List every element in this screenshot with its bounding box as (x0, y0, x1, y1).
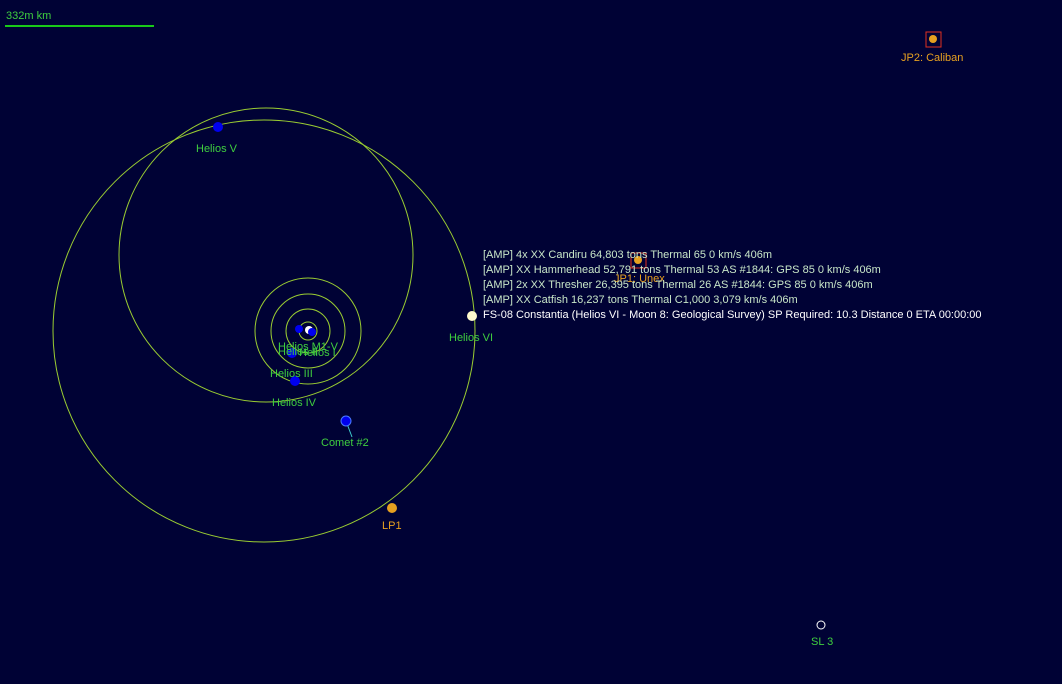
label-helios-iii: Helios III (270, 368, 313, 380)
scale-bar (5, 25, 154, 27)
contact-line[interactable]: [AMP] XX Catfish 16,237 tons Thermal C1,… (483, 294, 798, 306)
fleet-label-fs08[interactable]: FS-08 Constantia (Helios VI - Moon 8: Ge… (483, 309, 982, 321)
label-sl3: SL 3 (811, 636, 834, 648)
fleet-marker-fs08[interactable] (467, 311, 477, 321)
contact-line[interactable]: [AMP] 4x XX Candiru 64,803 tons Thermal … (483, 249, 772, 261)
label-helios-iv: Helios IV (272, 397, 317, 409)
comet-2[interactable] (340, 415, 352, 427)
label-helios-v: Helios V (196, 143, 237, 155)
planet-helios-v[interactable] (213, 122, 223, 132)
label-comet-2: Comet #2 (321, 437, 369, 449)
planet-helios-i[interactable] (308, 328, 316, 336)
jump-point-jp2[interactable] (929, 35, 937, 43)
scale-label: 332m km (6, 10, 52, 22)
orbit-helios-vi (52, 119, 476, 543)
orbit-helios-v (118, 107, 414, 403)
label-lp1: LP1 (382, 520, 402, 532)
label-helios-ii: Helios II (278, 346, 318, 358)
label-jp2: JP2: Caliban (901, 52, 964, 64)
planet-helios-m1v[interactable] (295, 325, 303, 333)
contact-line[interactable]: [AMP] 2x XX Thresher 26,395 tons Thermal… (483, 279, 873, 291)
lagrange-point-lp1[interactable] (387, 503, 397, 513)
system-map[interactable] (0, 0, 1062, 684)
survey-location-sl3[interactable] (816, 620, 826, 630)
contact-line[interactable]: [AMP] XX Hammerhead 52,791 tons Thermal … (483, 264, 881, 276)
label-helios-vi: Helios VI (449, 332, 494, 344)
